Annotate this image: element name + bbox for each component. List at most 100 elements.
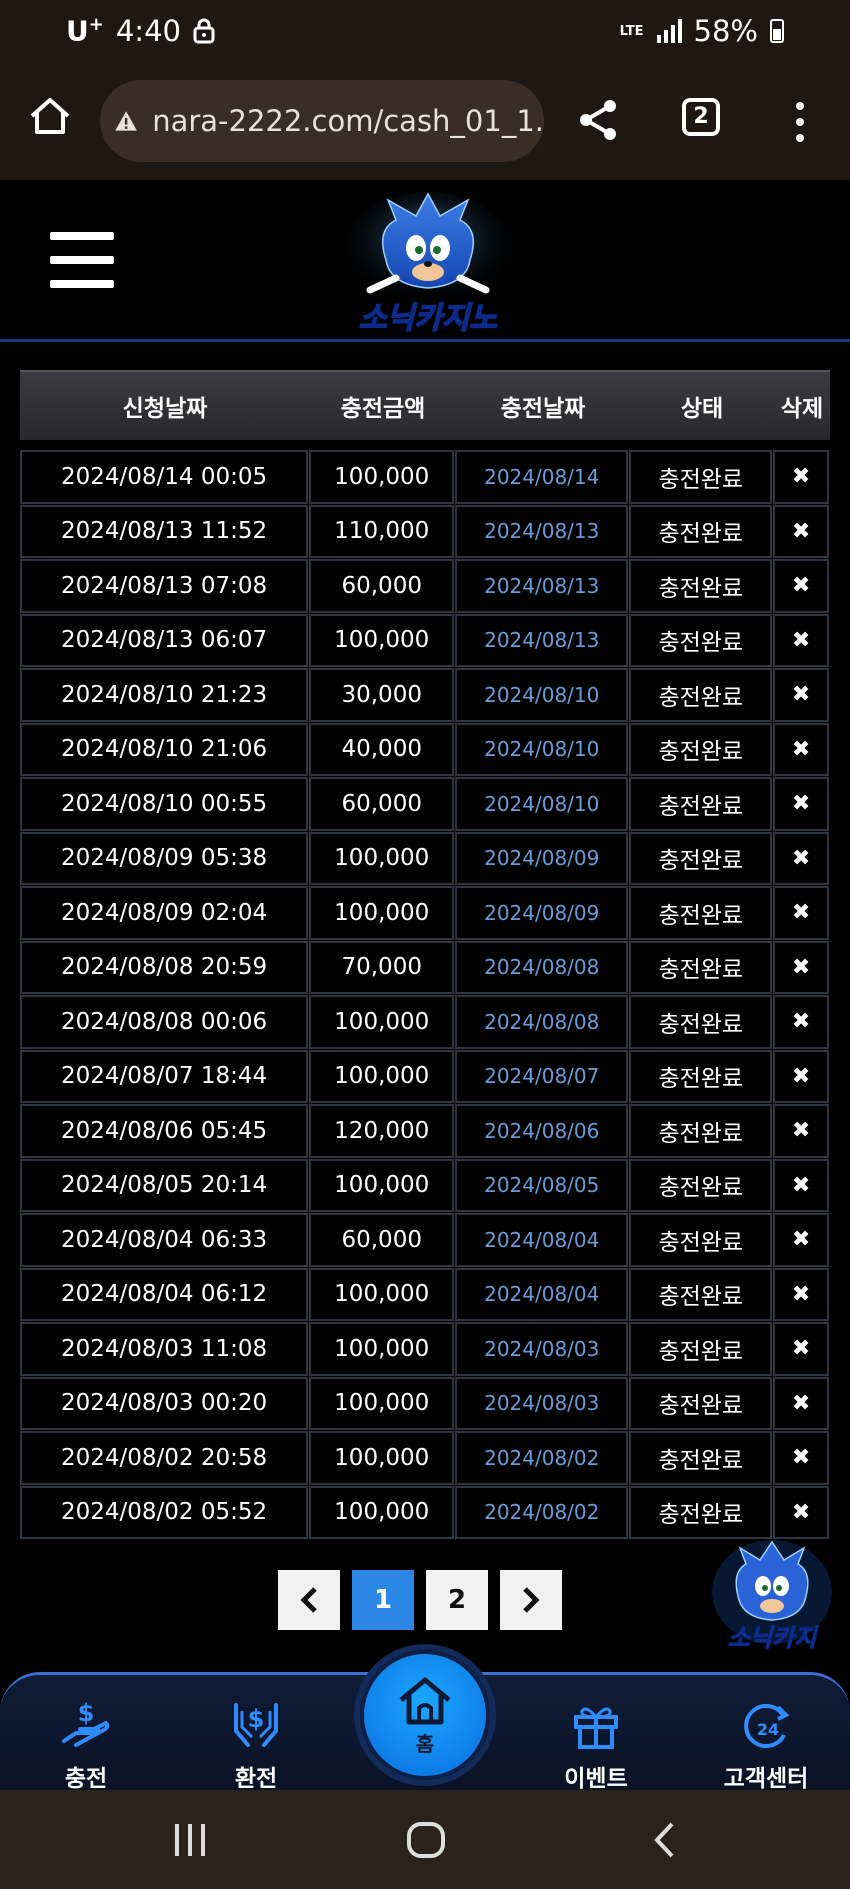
battery-icon xyxy=(770,19,784,43)
nav-support[interactable]: 24 고객센터 xyxy=(706,1697,826,1793)
svg-text:24: 24 xyxy=(757,1720,779,1739)
delete-button[interactable]: ✖ xyxy=(773,831,829,885)
page-button-1[interactable]: 1 xyxy=(352,1570,414,1630)
lock-icon xyxy=(193,18,215,44)
cell-charge-amount: 60,000 xyxy=(309,559,455,613)
hamburger-menu-icon[interactable] xyxy=(50,232,114,288)
cell-charge-amount: 120,000 xyxy=(309,1104,455,1158)
table-row: 2024/08/02 20:58 100,000 2024/08/02 충전완료 ✖ xyxy=(20,1431,830,1486)
table-row: 2024/08/13 06:07 100,000 2024/08/13 충전완료 ✖ xyxy=(20,613,830,669)
cell-request-date: 2024/08/05 20:14 xyxy=(20,1158,309,1212)
cell-request-date: 2024/08/06 05:45 xyxy=(20,1104,309,1158)
cell-charge-date: 2024/08/03 xyxy=(455,1322,629,1376)
table-row: 2024/08/06 05:45 120,000 2024/08/06 충전완료 ✖ xyxy=(20,1104,830,1159)
cell-charge-amount: 100,000 xyxy=(309,1485,455,1539)
delete-button[interactable]: ✖ xyxy=(773,1267,829,1321)
cell-charge-date: 2024/08/13 xyxy=(455,613,629,667)
hands-dollar-icon: $ xyxy=(234,1703,278,1747)
delete-button[interactable]: ✖ xyxy=(773,1213,829,1267)
cell-status: 충전완료 xyxy=(629,1376,773,1430)
back-icon[interactable] xyxy=(652,1822,678,1858)
address-bar[interactable]: nara-2222.com/cash_01_1. xyxy=(100,80,544,162)
cell-request-date: 2024/08/04 06:33 xyxy=(20,1213,309,1267)
table-row: 2024/08/08 20:59 70,000 2024/08/08 충전완료 ✖ xyxy=(20,940,830,996)
delete-button[interactable]: ✖ xyxy=(773,940,829,994)
more-menu-icon[interactable] xyxy=(790,100,810,144)
tabs-button[interactable]: 2 xyxy=(682,98,720,136)
delete-button[interactable]: ✖ xyxy=(773,504,829,558)
gift-icon xyxy=(574,1707,618,1749)
table-row: 2024/08/13 11:52 110,000 2024/08/13 충전완료 ✖ xyxy=(20,504,830,560)
chevron-left-icon xyxy=(300,1587,317,1613)
table-row: 2024/08/04 06:12 100,000 2024/08/04 충전완료 ✖ xyxy=(20,1267,830,1323)
cell-status: 충전완료 xyxy=(629,1267,773,1321)
cell-status: 충전완료 xyxy=(629,450,773,504)
site-header: 소닉카지노 xyxy=(0,180,850,342)
home-icon xyxy=(399,1677,451,1724)
cell-charge-amount: 100,000 xyxy=(309,831,455,885)
cell-status: 충전완료 xyxy=(629,777,773,831)
floating-sonic-logo[interactable]: 소닉카지 xyxy=(708,1536,836,1654)
svg-text:$: $ xyxy=(248,1705,265,1733)
table-row: 2024/08/10 00:55 60,000 2024/08/10 충전완료 ✖ xyxy=(20,777,830,832)
delete-button[interactable]: ✖ xyxy=(773,995,829,1049)
cell-status: 충전완료 xyxy=(629,1431,773,1485)
clock: 4:40 xyxy=(115,14,181,48)
nav-home-button[interactable]: 홈 xyxy=(360,1650,490,1780)
cell-request-date: 2024/08/09 02:04 xyxy=(20,886,309,940)
nav-exchange[interactable]: $ 환전 xyxy=(196,1697,316,1793)
cell-status: 충전완료 xyxy=(629,1322,773,1376)
table-row: 2024/08/09 05:38 100,000 2024/08/09 충전완료 ✖ xyxy=(20,831,830,887)
cell-request-date: 2024/08/02 05:52 xyxy=(20,1485,309,1539)
cell-request-date: 2024/08/04 06:12 xyxy=(20,1267,309,1321)
delete-button[interactable]: ✖ xyxy=(773,722,829,776)
recent-apps-icon[interactable] xyxy=(172,1822,208,1858)
cell-charge-amount: 100,000 xyxy=(309,995,455,1049)
cell-charge-amount: 30,000 xyxy=(309,668,455,722)
delete-button[interactable]: ✖ xyxy=(773,559,829,613)
cell-request-date: 2024/08/10 21:06 xyxy=(20,722,309,776)
delete-button[interactable]: ✖ xyxy=(773,1322,829,1376)
cell-charge-amount: 100,000 xyxy=(309,1431,455,1485)
table-row: 2024/08/02 05:52 100,000 2024/08/02 충전완료 ✖ xyxy=(20,1485,830,1541)
network-type: LTE xyxy=(619,23,644,39)
cell-charge-amount: 100,000 xyxy=(309,450,455,504)
delete-button[interactable]: ✖ xyxy=(773,450,829,504)
delete-button[interactable]: ✖ xyxy=(773,613,829,667)
warning-icon[interactable] xyxy=(114,103,138,139)
android-home-icon[interactable] xyxy=(406,1822,446,1858)
sonic-casino-logo[interactable]: 소닉카지노 xyxy=(326,190,530,338)
delete-button[interactable]: ✖ xyxy=(773,777,829,831)
cell-charge-date: 2024/08/10 xyxy=(455,777,629,831)
delete-button[interactable]: ✖ xyxy=(773,886,829,940)
delete-button[interactable]: ✖ xyxy=(773,1485,829,1539)
table-row: 2024/08/10 21:23 30,000 2024/08/10 충전완료 ✖ xyxy=(20,668,830,723)
delete-button[interactable]: ✖ xyxy=(773,1049,829,1103)
cell-status: 충전완료 xyxy=(629,1049,773,1103)
nav-event[interactable]: 이벤트 xyxy=(536,1697,656,1793)
delete-button[interactable]: ✖ xyxy=(773,668,829,722)
delete-button[interactable]: ✖ xyxy=(773,1158,829,1212)
android-navigation-bar xyxy=(0,1790,850,1889)
nav-charge[interactable]: $ 충전 xyxy=(26,1697,146,1793)
cell-charge-date: 2024/08/13 xyxy=(455,559,629,613)
cell-request-date: 2024/08/08 20:59 xyxy=(20,940,309,994)
next-page-button[interactable] xyxy=(500,1570,562,1630)
cell-charge-amount: 60,000 xyxy=(309,777,455,831)
browser-home-icon[interactable] xyxy=(28,94,72,138)
share-icon[interactable] xyxy=(576,98,620,142)
svg-text:소닉카지: 소닉카지 xyxy=(728,1624,819,1652)
delete-button[interactable]: ✖ xyxy=(773,1431,829,1485)
table-body: 2024/08/14 00:05 100,000 2024/08/14 충전완료 ✖ 20… xyxy=(20,450,830,1540)
nav-home-label: 홈 xyxy=(415,1731,435,1756)
page-button-2[interactable]: 2 xyxy=(426,1570,488,1630)
prev-page-button[interactable] xyxy=(278,1570,340,1630)
cell-status: 충전완료 xyxy=(629,940,773,994)
cell-request-date: 2024/08/13 06:07 xyxy=(20,613,309,667)
cell-charge-amount: 100,000 xyxy=(309,1376,455,1430)
delete-button[interactable]: ✖ xyxy=(773,1104,829,1158)
cell-charge-amount: 60,000 xyxy=(309,1213,455,1267)
delete-button[interactable]: ✖ xyxy=(773,1376,829,1430)
cell-request-date: 2024/08/03 11:08 xyxy=(20,1322,309,1376)
cell-status: 충전완료 xyxy=(629,668,773,722)
